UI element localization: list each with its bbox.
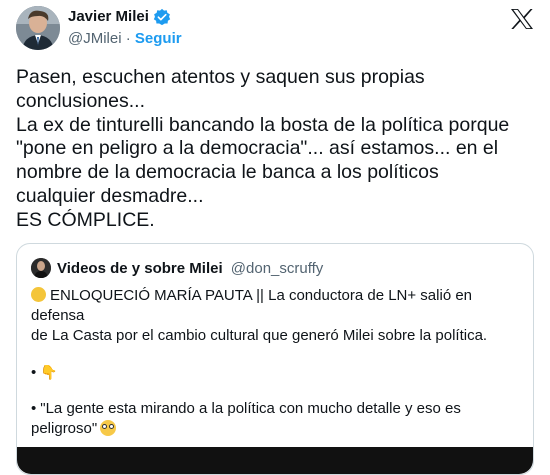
author-handle[interactable]: @JMilei	[68, 30, 122, 47]
separator-dot: ·	[125, 30, 131, 47]
flushed-face-icon	[100, 420, 117, 436]
quoted-author-name[interactable]: Videos de y sobre Milei	[57, 260, 223, 277]
tweet-line: La ex de tinturelli bancando la bosta de…	[16, 113, 510, 136]
video-thumbnail[interactable]	[17, 447, 533, 474]
quoted-line: peligroso"	[31, 419, 517, 439]
quoted-bullet-line: • 👇	[31, 362, 517, 383]
quoted-statement-end: peligroso"	[31, 420, 98, 437]
yellow-circle-icon	[31, 287, 46, 302]
tweet-line: Pasen, escuchen atentos y saquen sus pro…	[16, 66, 425, 88]
quoted-headline: ENLOQUECIÓ MARÍA PAUTA || La conductora …	[31, 287, 473, 324]
tweet-line: "pone en peligro a la democracia"... así…	[16, 137, 499, 160]
tweet-line: ES CÓMPLICE.	[16, 208, 155, 231]
author-name[interactable]: Javier Milei	[68, 7, 149, 27]
tweet-line: cualquier desmadre...	[16, 184, 204, 207]
quoted-text: ENLOQUECIÓ MARÍA PAUTA || La conductora …	[31, 286, 517, 439]
quoted-header: Videos de y sobre Milei @don_scruffy	[57, 259, 323, 278]
pointing-down-hand-icon: 👇	[40, 364, 58, 380]
verified-badge-icon	[153, 8, 171, 26]
quoted-statement: "La gente esta mirando a la política con…	[40, 400, 461, 417]
author-avatar[interactable]	[16, 6, 60, 50]
quoted-line: de La Casta por el cambio cultural que g…	[31, 327, 488, 344]
handle-row: @JMilei · Seguir	[68, 29, 182, 49]
quoted-author-avatar[interactable]	[31, 258, 51, 278]
author-name-row[interactable]: Javier Milei	[68, 7, 171, 27]
quoted-line: ENLOQUECIÓ MARÍA PAUTA || La conductora …	[31, 286, 517, 326]
tweet-line: nombre de la democracia le banca a los p…	[16, 161, 439, 184]
follow-button[interactable]: Seguir	[135, 30, 182, 47]
tweet-line: conclusiones...	[16, 89, 145, 112]
x-logo-icon[interactable]	[510, 8, 534, 30]
quoted-tweet[interactable]: Videos de y sobre Milei @don_scruffy ENL…	[16, 243, 534, 475]
bullet: •	[31, 400, 37, 417]
tweet-text: Pasen, escuchen atentos y saquen sus pro…	[16, 66, 538, 233]
bullet: •	[31, 364, 37, 381]
tweet-card: Javier Milei @JMilei · Seguir Pasen, esc…	[0, 0, 550, 475]
quoted-author-handle[interactable]: @don_scruffy	[231, 260, 324, 277]
quoted-bullet-line: • "La gente esta mirando a la política co…	[31, 399, 517, 419]
